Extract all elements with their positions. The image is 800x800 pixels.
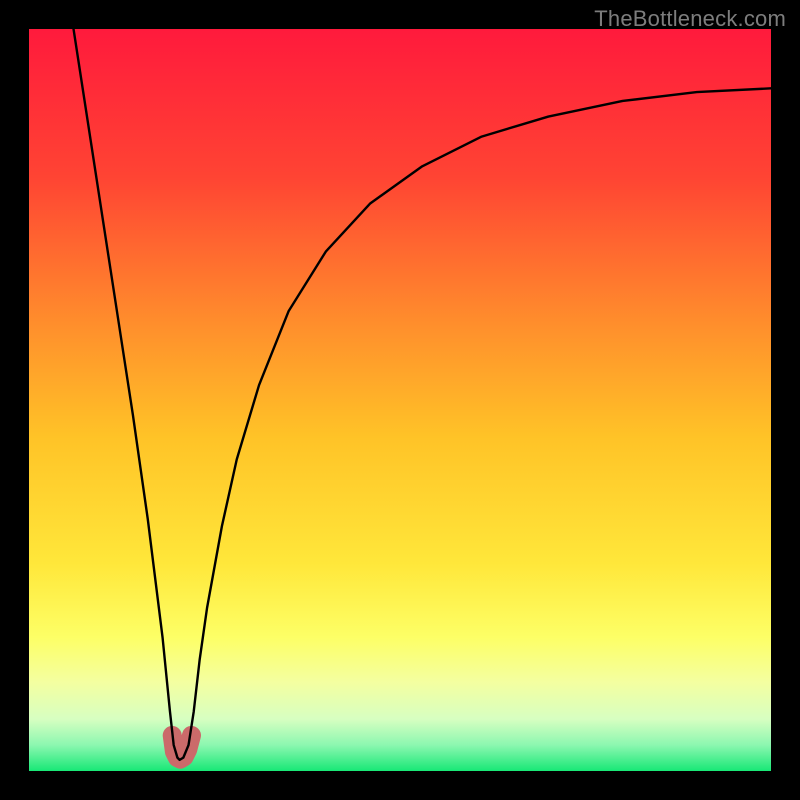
chart-frame: TheBottleneck.com (0, 0, 800, 800)
bottleneck-chart (29, 29, 771, 771)
plot-area (29, 29, 771, 771)
gradient-background (29, 29, 771, 771)
